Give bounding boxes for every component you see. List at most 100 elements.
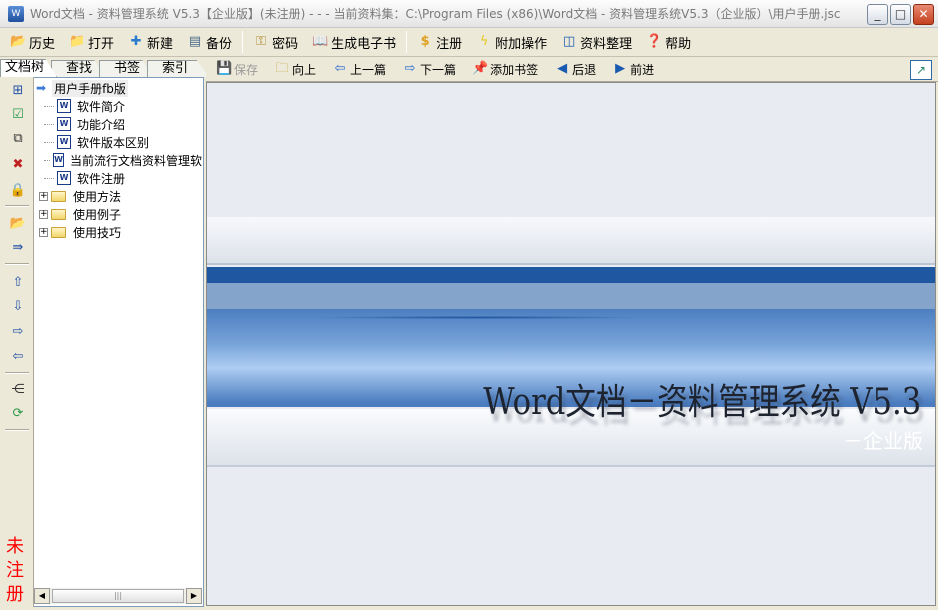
add-node-icon[interactable]: ⊞ [9, 82, 27, 100]
window-title: Word文档 - 资料管理系统 V5.3【企业版】(未注册) - - - 当前资… [30, 7, 841, 21]
up-button[interactable]: 🗀 向上 [274, 61, 317, 78]
book-icon: 📖 [312, 34, 329, 49]
tree-line [44, 123, 54, 125]
tab-document-tree[interactable]: 文档树 [0, 59, 58, 77]
save-button[interactable]: 💾 保存 [216, 61, 258, 78]
label: 软件简介 [77, 99, 126, 114]
document-view: Word文档－资料管理系统 V5.3 －企业版 [206, 82, 936, 606]
word-doc-icon: W [57, 171, 71, 185]
horizontal-scrollbar[interactable]: ◀ ||| ▶ [34, 588, 202, 604]
forward-icon: ▶ [615, 61, 626, 76]
scroll-right-icon[interactable]: ▶ [186, 588, 202, 604]
tab-index[interactable]: 索引 [147, 60, 210, 77]
extra-operations-button[interactable]: ϟ 附加操作 [476, 33, 547, 52]
key-icon: ⚿ [256, 34, 267, 49]
close-button[interactable]: ✕ [913, 4, 934, 25]
tree-line [44, 105, 54, 107]
tree-item-doc[interactable]: W 当前流行文档资料管理软 [44, 151, 202, 169]
divider [5, 263, 29, 265]
tree-item-folder[interactable]: + 使用方法 [39, 187, 121, 205]
columns-icon: ◫ [562, 34, 576, 49]
divider [242, 31, 244, 53]
tree-view-icon[interactable]: ⧉ [9, 130, 27, 148]
password-button[interactable]: ⚿ 密码 [253, 33, 298, 52]
back-button[interactable]: ◀ 后退 [554, 61, 596, 78]
organize-button[interactable]: ◫ 资料整理 [561, 33, 632, 52]
forward-button[interactable]: ▶ 前进 [612, 61, 654, 78]
document-tree: ➡ 用户手册fb版 W 软件简介 W 功能介绍 W 软件版本区别 W 当前流行文档资料管理… [34, 77, 204, 607]
arrow-right-icon[interactable]: ⇨ [9, 323, 27, 341]
label: 后退 [572, 62, 597, 77]
help-button[interactable]: ❓ 帮助 [646, 33, 691, 52]
tree-item-folder[interactable]: + 使用例子 [39, 205, 121, 223]
main-toolbar: 📂 历史 📁 打开 ✚ 新建 ▤ 备份 ⚿ 密码 📖 生成电子书 $ 注册 ϟ 附加操作 ◫ 资料… [0, 28, 938, 57]
label: 资料整理 [580, 36, 633, 52]
word-doc-icon: W [57, 99, 71, 113]
banner-subtitle: －企业版 [843, 429, 923, 453]
tree-item-doc[interactable]: W 功能介绍 [44, 115, 125, 133]
move-icon[interactable]: ⇛ [9, 239, 27, 257]
tab-search[interactable]: 查找 [51, 60, 106, 77]
banner-title: Word文档－资料管理系统 V5.3 [483, 382, 921, 423]
label: 使用方法 [73, 189, 122, 204]
tree-line [44, 141, 54, 143]
document-toolbar: 💾 保存 🗀 向上 ⇦ 上一篇 ⇨ 下一篇 📌 添加书签 ◀ 后退 ▶ 前进 ↗ [206, 57, 938, 82]
label: 使用例子 [73, 207, 122, 222]
arrow-up-icon[interactable]: ⇧ [9, 274, 27, 292]
open-button[interactable]: 📁 打开 [69, 33, 114, 52]
tree-tools-column: ⊞ ☑ ⧉ ✖ 🔒 📂 ⇛ ⇧ ⇩ ⇨ ⇦ ⋲ ⟳ 未注册 [0, 77, 34, 607]
label: 打开 [88, 36, 115, 52]
label: 密码 [272, 36, 299, 52]
backup-button[interactable]: ▤ 备份 [187, 33, 232, 52]
label: 保存 [234, 62, 259, 77]
label: 功能介绍 [77, 117, 126, 132]
label: 历史 [29, 36, 56, 52]
tree-item-folder[interactable]: + 使用技巧 [39, 223, 121, 241]
divider [5, 429, 29, 431]
checklist-icon[interactable]: ☑ [9, 106, 27, 124]
tree-item-doc[interactable]: W 软件版本区别 [44, 133, 149, 151]
expand-icon[interactable]: + [39, 209, 48, 219]
next-button[interactable]: ⇨ 下一篇 [402, 61, 456, 78]
open-icon: 📁 [69, 34, 86, 49]
arrow-left-icon[interactable]: ⇦ [9, 348, 27, 366]
scroll-left-icon[interactable]: ◀ [34, 588, 50, 604]
open-folder-icon[interactable]: 📂 [9, 215, 27, 233]
new-button[interactable]: ✚ 新建 [128, 33, 173, 52]
scroll-thumb[interactable]: ||| [52, 589, 184, 603]
register-button[interactable]: $ 注册 [417, 33, 463, 52]
expand-view-icon[interactable]: ↗ [910, 60, 932, 80]
label: 前进 [630, 62, 655, 77]
hierarchy-icon[interactable]: ⋲ [9, 381, 27, 399]
arrow-left-icon: ⇦ [334, 61, 346, 76]
tab-bookmarks[interactable]: 书签 [99, 60, 154, 77]
label: 当前流行文档资料管理软 [69, 153, 202, 168]
label: 软件注册 [77, 171, 126, 186]
lock-icon[interactable]: 🔒 [9, 182, 27, 200]
previous-button[interactable]: ⇦ 上一篇 [332, 61, 386, 78]
folder-up-icon: 🗀 [275, 61, 289, 76]
minimize-button[interactable]: _ [867, 4, 888, 25]
arrow-right-icon: ⇨ [404, 61, 416, 76]
history-button[interactable]: 📂 历史 [10, 33, 55, 52]
label: 注册 [436, 36, 463, 52]
label: 备份 [206, 36, 233, 52]
dollar-icon: $ [420, 34, 430, 49]
expand-icon[interactable]: + [39, 227, 48, 237]
add-bookmark-button[interactable]: 📌 添加书签 [472, 61, 538, 78]
divider [406, 31, 408, 53]
delete-node-icon[interactable]: ✖ [9, 156, 27, 174]
ebook-button[interactable]: 📖 生成电子书 [312, 33, 396, 52]
tree-root[interactable]: ➡ 用户手册fb版 [36, 79, 128, 97]
maximize-button[interactable]: □ [890, 4, 911, 25]
arrow-down-icon[interactable]: ⇩ [9, 298, 27, 316]
backup-icon: ▤ [188, 34, 202, 49]
label: 帮助 [665, 36, 692, 52]
expand-icon[interactable]: + [39, 191, 48, 201]
label: 新建 [147, 36, 174, 52]
tree-item-doc[interactable]: W 软件简介 [44, 97, 125, 115]
label: 附加操作 [495, 36, 548, 52]
refresh-icon[interactable]: ⟳ [9, 405, 27, 423]
tree-item-doc[interactable]: W 软件注册 [44, 169, 125, 187]
folder-icon [51, 226, 66, 238]
